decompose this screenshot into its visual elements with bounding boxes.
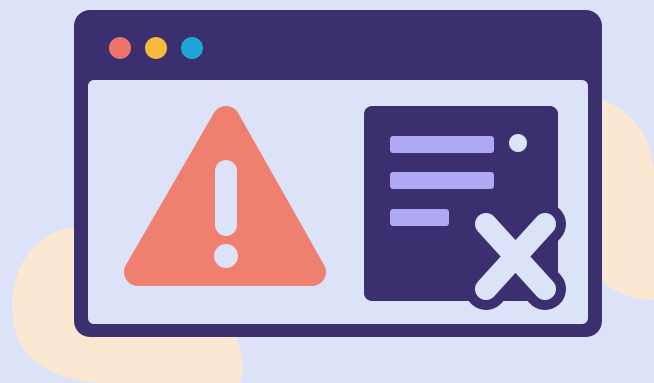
- doc-dot: [509, 134, 527, 152]
- error-illustration: [0, 0, 654, 383]
- window-dot-red: [109, 37, 131, 59]
- doc-line-1: [390, 136, 494, 153]
- close-x-icon: [465, 203, 566, 310]
- doc-line-2: [390, 172, 494, 189]
- window-dot-blue: [181, 37, 203, 59]
- window-dot-yellow: [145, 37, 167, 59]
- doc-line-3: [390, 209, 449, 226]
